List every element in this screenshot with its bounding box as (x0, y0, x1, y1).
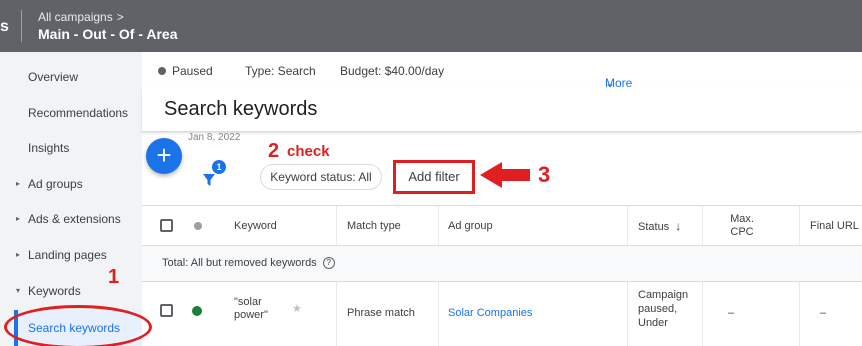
keyword-text: power" (234, 309, 268, 321)
max-cpc-cell[interactable]: – (728, 307, 734, 319)
table-row[interactable]: "solar power" ★ Phrase match Solar Compa… (142, 282, 862, 346)
column-header-label: CPC (730, 226, 754, 238)
sidebar: Overview Recommendations Insights ▸ Ad g… (0, 52, 142, 346)
campaign-name[interactable]: Main - Out - Of - Area (38, 26, 177, 42)
column-header-label: Max. (730, 213, 754, 225)
expand-arrow-icon: ▸ (16, 214, 21, 223)
keyword-cell[interactable]: "solar power" (234, 296, 268, 322)
keyword-status-filter-chip[interactable]: Keyword status: All (260, 164, 382, 190)
expand-arrow-icon: ▸ (16, 250, 21, 259)
chevron-right-icon: > (116, 10, 124, 24)
match-type-cell: Phrase match (347, 307, 415, 319)
product-logo-fragment: s (0, 18, 9, 35)
topbar-divider (21, 10, 22, 42)
annotation-check-text: check (287, 143, 330, 160)
annotation-arrow-icon (480, 160, 532, 195)
paused-status-icon (158, 67, 166, 75)
campaign-type: Type: Search (245, 64, 316, 78)
add-filter-button[interactable]: Add filter (393, 160, 475, 194)
page-title: Search keywords (164, 98, 318, 120)
campaign-status-bar: Paused Type: Search Budget: $40.00/day M… (142, 52, 862, 104)
status-cell: Campaign paused, Under (638, 288, 688, 330)
help-icon[interactable]: ? (322, 257, 335, 270)
date-range-fragment: Jan 8, 2022 (188, 132, 241, 143)
status-text: paused, (638, 303, 678, 315)
keywords-table: Keyword Match type Ad group Status ↓ Max.… (142, 205, 862, 346)
column-header-ad-group[interactable]: Ad group (448, 206, 493, 246)
row-checkbox[interactable] (160, 304, 173, 317)
column-header-label: Status (638, 221, 670, 233)
add-keyword-button[interactable]: + (146, 138, 182, 174)
ad-group-link[interactable]: Solar Companies (448, 307, 532, 319)
sidebar-item-label: Ad groups (28, 177, 83, 191)
top-bar: s All campaigns > Main - Out - Of - Area (0, 0, 862, 52)
column-header-status[interactable]: Status ↓ (638, 206, 681, 246)
sidebar-item-label: Recommendations (28, 106, 129, 120)
column-header-max-cpc[interactable]: Max. CPC (712, 213, 772, 239)
status-text: Under (638, 317, 668, 329)
sidebar-item-label: Insights (28, 141, 70, 155)
select-all-checkbox[interactable] (160, 219, 173, 232)
campaign-status: Paused (172, 64, 213, 78)
column-header-final-url[interactable]: Final URL (810, 206, 859, 246)
sidebar-item-label: Overview (28, 70, 79, 84)
column-header-match-type[interactable]: Match type (347, 206, 401, 246)
sort-down-icon: ↓ (675, 219, 682, 233)
column-header-keyword[interactable]: Keyword (234, 206, 277, 246)
table-header: Keyword Match type Ad group Status ↓ Max.… (142, 206, 862, 246)
status-dot-header-icon (194, 222, 202, 230)
total-text: Total: All but removed keywords (162, 257, 317, 269)
page-header: Search keywords (142, 88, 862, 132)
keyword-text: "solar (234, 296, 262, 308)
collapse-arrow-icon: ▾ (16, 286, 21, 295)
sidebar-item-label: Ads & extensions (28, 212, 121, 226)
breadcrumb[interactable]: All campaigns > (38, 10, 124, 24)
annotation-step-2: 2 (268, 140, 280, 162)
total-label: Total: All but removed keywords? (162, 257, 335, 270)
expand-arrow-icon: ▸ (16, 179, 21, 188)
sidebar-item-label: Keywords (28, 284, 81, 298)
status-text: Campaign (638, 289, 689, 301)
annotation-step-1: 1 (108, 266, 120, 288)
sidebar-item-label: Landing pages (28, 248, 107, 262)
annotation-oval (4, 305, 152, 346)
breadcrumb-all-campaigns[interactable]: All campaigns (38, 10, 113, 24)
annotation-step-3: 3 (538, 162, 551, 187)
campaign-budget: Budget: $40.00/day (340, 64, 445, 78)
enabled-status-icon (192, 306, 202, 316)
filter-count-badge: 1 (212, 160, 226, 174)
star-icon[interactable]: ★ (292, 302, 302, 315)
final-url-cell: – (820, 307, 827, 319)
table-total-row: Total: All but removed keywords? (142, 246, 862, 282)
